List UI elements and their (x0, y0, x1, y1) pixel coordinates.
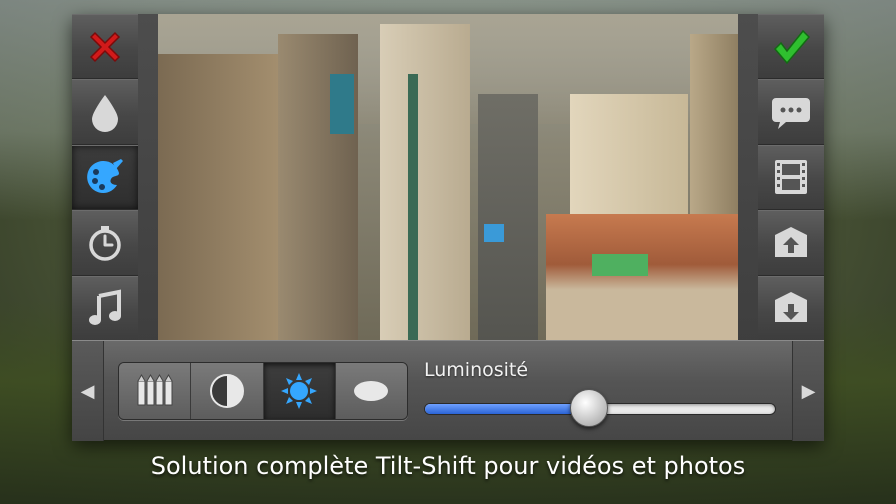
color-effects-button[interactable] (72, 144, 138, 210)
video-button[interactable] (758, 144, 824, 210)
building-far-right (690, 34, 738, 214)
cancel-button[interactable] (72, 14, 138, 79)
next-arrow-button[interactable]: ▶ (792, 341, 824, 441)
box-export-icon (775, 226, 807, 257)
ellipse-icon (354, 381, 389, 401)
segment-vignette[interactable] (335, 363, 407, 419)
slider-label: Luminosité (424, 359, 529, 381)
box-import-icon (775, 292, 807, 323)
building-left (158, 54, 278, 340)
timer-icon (89, 225, 121, 261)
flatiron-dark-face (408, 74, 418, 340)
pencils-icon (137, 374, 173, 406)
blur-tool-button[interactable] (72, 79, 138, 144)
sun-icon (281, 373, 318, 409)
brightness-slider-fill (425, 404, 590, 414)
close-x-icon (89, 31, 121, 62)
brightness-slider-thumb[interactable] (570, 389, 608, 427)
drop-icon (92, 95, 118, 133)
adjustments-toolbar: ◀ Luminosité ▶ (72, 340, 824, 441)
tower-right (570, 94, 688, 224)
film-strip-icon (775, 160, 807, 195)
palette-brush-icon (87, 159, 123, 194)
sign-blue (330, 74, 354, 134)
speed-timer-button[interactable] (72, 210, 138, 275)
music-button[interactable] (72, 275, 138, 340)
next-arrow-icon: ▶ (801, 380, 816, 402)
export-button[interactable] (758, 210, 824, 275)
flatiron-building (380, 24, 470, 340)
confirm-button[interactable] (758, 14, 824, 79)
avenue (478, 94, 538, 340)
share-button[interactable] (758, 79, 824, 144)
blue-kiosk (484, 224, 504, 242)
prev-arrow-icon: ◀ (80, 380, 95, 402)
checkmark-icon (773, 29, 811, 64)
green-billboard (592, 254, 648, 276)
segment-contrast[interactable] (191, 363, 264, 419)
segment-brightness[interactable] (263, 363, 336, 419)
adjustment-segments (118, 362, 408, 420)
previous-arrow-button[interactable]: ◀ (72, 341, 104, 441)
contrast-icon (209, 374, 244, 408)
photo-preview[interactable] (158, 14, 738, 340)
app-window: ◀ Luminosité ▶ (72, 14, 824, 441)
import-button[interactable] (758, 275, 824, 340)
music-note-icon (89, 289, 121, 326)
speech-bubble-icon (772, 98, 810, 130)
left-toolbar (72, 14, 138, 340)
right-toolbar (758, 14, 824, 340)
red-roof-building (546, 214, 738, 340)
segment-saturation[interactable] (119, 363, 192, 419)
promo-caption: Solution complète Tilt-Shift pour vidéos… (150, 452, 746, 480)
